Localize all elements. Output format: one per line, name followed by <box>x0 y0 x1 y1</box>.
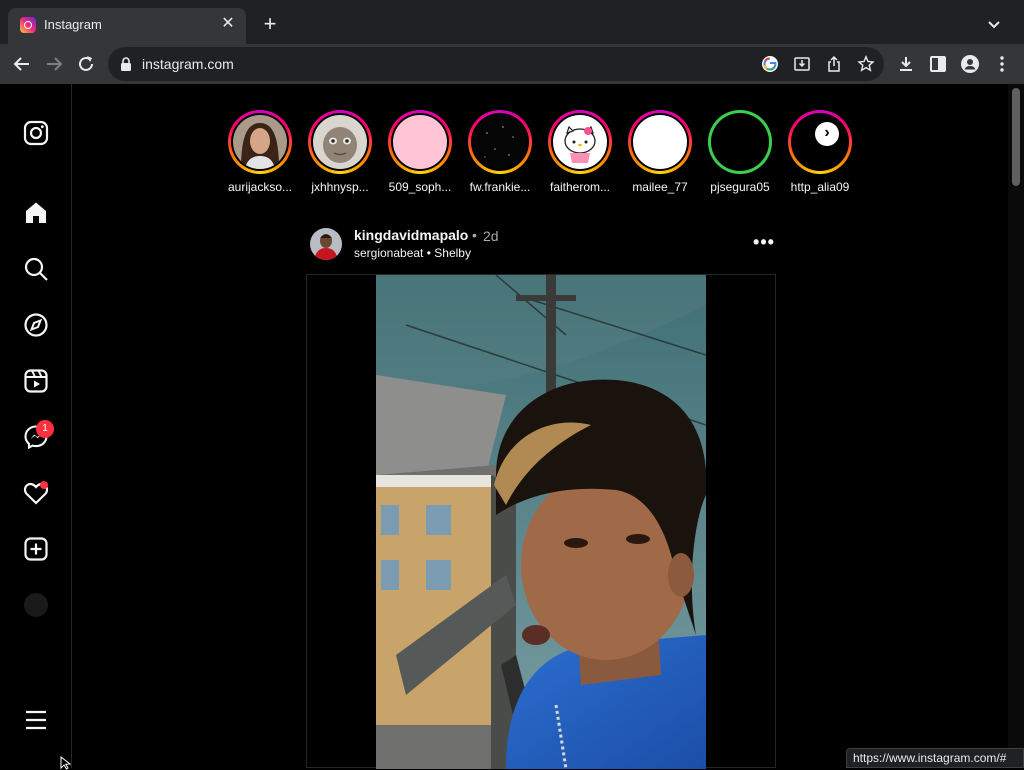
post-more-options-icon[interactable]: ••• <box>752 232 776 252</box>
story-username: mailee_77 <box>632 180 688 194</box>
share-icon[interactable] <box>825 55 843 73</box>
story-username: http_alia09 <box>790 180 850 194</box>
lock-icon[interactable] <box>120 57 132 71</box>
messages-badge: 1 <box>36 420 54 438</box>
story-username: 509_soph... <box>388 180 452 194</box>
stories-next-button[interactable]: › <box>815 122 839 146</box>
story-username: aurijackso... <box>227 180 293 194</box>
browser-menu-icon[interactable] <box>992 54 1012 74</box>
story-username: pjsegura05 <box>710 180 770 194</box>
menu-icon[interactable] <box>22 706 50 734</box>
instagram-logo-icon[interactable] <box>22 119 50 147</box>
url-text[interactable]: instagram.com <box>142 56 234 72</box>
link-status-bar: https://www.instagram.com/# <box>846 748 1024 768</box>
forward-icon[interactable] <box>42 52 66 76</box>
audio-artist[interactable]: sergionabeat <box>354 246 423 260</box>
search-icon[interactable] <box>22 255 50 283</box>
audio-separator: • <box>426 246 431 260</box>
stories-tray: aurijackso... jxhhnysp... 509_soph... fw… <box>220 110 870 198</box>
create-icon[interactable] <box>22 535 50 563</box>
tab-title: Instagram <box>44 17 102 32</box>
story-ring <box>468 110 532 174</box>
story-username: faitherom... <box>549 180 611 194</box>
story-item[interactable]: aurijackso... <box>220 110 300 198</box>
reel-video[interactable] <box>376 275 706 769</box>
story-item[interactable]: pjsegura05 <box>700 110 780 198</box>
address-bar[interactable]: instagram.com <box>108 47 884 81</box>
browser-tab[interactable]: Instagram ✕ <box>8 8 246 44</box>
explore-icon[interactable] <box>22 311 50 339</box>
story-avatar <box>393 115 447 169</box>
story-item[interactable]: 509_soph... <box>380 110 460 198</box>
post-header: kingdavidmapalo • 2d sergionabeat • Shel… <box>306 224 776 268</box>
post-time[interactable]: 2d <box>483 228 499 244</box>
reload-icon[interactable] <box>74 52 98 76</box>
post-separator: • <box>472 227 477 243</box>
story-item[interactable]: mailee_77 <box>620 110 700 198</box>
reels-icon[interactable] <box>22 367 50 395</box>
story-avatar <box>313 115 367 169</box>
downloads-icon[interactable] <box>896 54 916 74</box>
install-app-icon[interactable] <box>793 55 811 73</box>
story-ring <box>228 110 292 174</box>
notification-dot <box>40 481 48 489</box>
post-audio[interactable]: sergionabeat • Shelby <box>354 246 471 260</box>
profile-avatar[interactable] <box>24 593 48 617</box>
story-avatar <box>473 115 527 169</box>
story-item[interactable]: fw.frankie... <box>460 110 540 198</box>
post-author-avatar[interactable] <box>310 228 342 260</box>
instagram-favicon-icon <box>20 17 36 33</box>
browser-tab-strip: Instagram ✕ + <box>0 0 1024 44</box>
scrollbar-thumb[interactable] <box>1012 88 1020 186</box>
google-lens-icon[interactable] <box>761 55 779 73</box>
story-username: jxhhnysp... <box>311 180 369 194</box>
story-item[interactable]: faitherom... <box>540 110 620 198</box>
bookmark-star-icon[interactable] <box>857 55 875 73</box>
post-media[interactable] <box>306 274 776 769</box>
story-ring <box>548 110 612 174</box>
close-tab-icon[interactable]: ✕ <box>218 14 238 34</box>
story-ring <box>628 110 692 174</box>
profile-icon[interactable] <box>960 54 980 74</box>
story-avatar <box>233 115 287 169</box>
back-icon[interactable] <box>10 52 34 76</box>
home-icon[interactable] <box>22 199 50 227</box>
browser-toolbar: instagram.com <box>0 44 1024 84</box>
story-username: fw.frankie... <box>469 180 531 194</box>
story-ring <box>308 110 372 174</box>
post-username[interactable]: kingdavidmapalo <box>354 227 468 243</box>
audio-title[interactable]: Shelby <box>434 246 471 260</box>
tab-search-chevron-icon[interactable] <box>984 14 1004 34</box>
side-panel-icon[interactable] <box>928 54 948 74</box>
new-tab-button[interactable]: + <box>258 13 282 37</box>
story-avatar <box>633 115 687 169</box>
story-ring <box>388 110 452 174</box>
sidebar-nav: 1 <box>0 84 72 768</box>
story-ring-close-friends <box>708 110 772 174</box>
story-item[interactable]: jxhhnysp... <box>300 110 380 198</box>
story-avatar <box>553 115 607 169</box>
page-scrollbar[interactable] <box>1008 84 1024 768</box>
story-avatar <box>713 115 767 169</box>
instagram-page: 1 aurijackso... jxhhnysp... 509_soph... … <box>0 84 1024 769</box>
